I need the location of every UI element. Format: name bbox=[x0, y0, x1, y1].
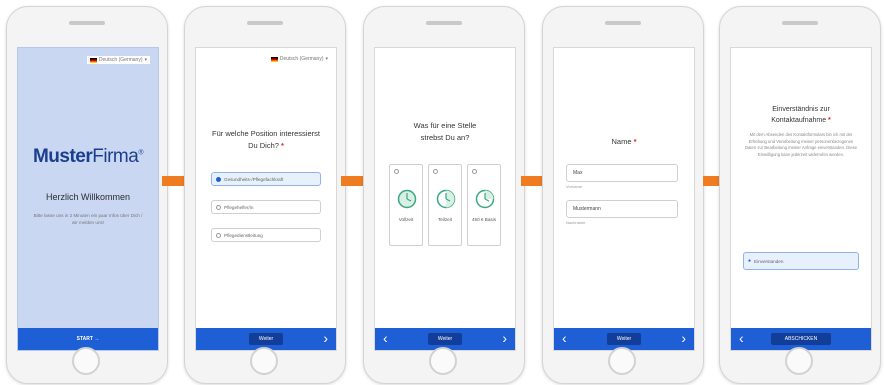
speaker bbox=[247, 21, 283, 25]
option-minijob[interactable]: 450 € Basis bbox=[467, 164, 501, 246]
radio-icon bbox=[216, 176, 221, 182]
germany-flag-icon bbox=[89, 57, 97, 63]
required-marker: * bbox=[633, 137, 637, 146]
option-label: 450 € Basis bbox=[471, 217, 496, 222]
consent-text: Mit dem Absenden des Kontaktformulars bi… bbox=[745, 132, 857, 157]
chevron-left-icon[interactable]: ‹ bbox=[739, 330, 744, 346]
radio-icon bbox=[394, 169, 399, 174]
position-question-text: Für welche Position interessierst Du Dic… bbox=[212, 129, 320, 150]
germany-flag-icon bbox=[270, 56, 278, 62]
option-label: Vollzeit bbox=[398, 217, 414, 222]
consent-title: Einverständnis zur Kontaktaufnahme * bbox=[731, 104, 871, 126]
welcome-screen: Deutsch (Germany) ▾ MusterFirma® Herzlic… bbox=[17, 47, 159, 351]
required-marker: * bbox=[281, 141, 284, 150]
language-selector[interactable]: Deutsch (Germany) ▾ bbox=[86, 56, 150, 64]
home-button bbox=[785, 347, 813, 375]
phone-position: Deutsch (Germany) ▾ Für welche Position … bbox=[184, 6, 346, 384]
first-name-hint: Vorname bbox=[566, 184, 583, 189]
consent-title-text: Einverständnis zur Kontaktaufnahme bbox=[771, 106, 830, 124]
next-step-button[interactable]: Weiter bbox=[248, 333, 284, 345]
start-button[interactable]: START → bbox=[67, 333, 110, 345]
check-icon: ● bbox=[748, 258, 752, 264]
radio-icon bbox=[216, 232, 221, 238]
phone-name: Name * Max Vorname Mustermann Nachname ‹… bbox=[542, 6, 704, 384]
chevron-right-icon[interactable]: › bbox=[502, 330, 507, 346]
last-name-hint: Nachname bbox=[566, 220, 586, 225]
option-vollzeit[interactable]: Vollzeit bbox=[389, 164, 423, 246]
option-label: Teilzeit bbox=[437, 217, 453, 222]
brand-logo-mark: ® bbox=[138, 149, 144, 157]
home-button bbox=[608, 347, 636, 375]
position-question: Für welche Position interessierst Du Dic… bbox=[196, 128, 336, 152]
chevron-right-icon[interactable]: › bbox=[681, 330, 686, 346]
chevron-down-icon: ▾ bbox=[144, 57, 147, 63]
speaker bbox=[782, 21, 818, 25]
welcome-subtitle: Bitte lasse uns in 2 Minuten ein paar In… bbox=[33, 213, 143, 225]
submit-button[interactable]: ABSCHICKEN bbox=[770, 333, 832, 345]
language-selector[interactable]: Deutsch (Germany) ▾ bbox=[270, 56, 328, 62]
clock-half-icon bbox=[436, 189, 456, 209]
option-teilzeit[interactable]: Teilzeit bbox=[428, 164, 462, 246]
chevron-left-icon[interactable]: ‹ bbox=[383, 330, 388, 346]
phone-consent: Einverständnis zur Kontaktaufnahme * Mit… bbox=[719, 6, 881, 384]
option-label: Pflegedienstleitung bbox=[224, 232, 263, 238]
radio-icon bbox=[216, 204, 221, 210]
option-leitung[interactable]: Pflegedienstleitung bbox=[211, 228, 321, 242]
home-button bbox=[429, 347, 457, 375]
brand-logo-light: Firma bbox=[92, 146, 139, 167]
consent-checkbox-label: Einverstanden bbox=[754, 258, 784, 264]
chevron-down-icon: ▾ bbox=[325, 56, 328, 62]
next-step-button[interactable]: Weiter bbox=[427, 333, 463, 345]
name-screen: Name * Max Vorname Mustermann Nachname ‹… bbox=[553, 47, 695, 351]
home-button bbox=[72, 347, 100, 375]
option-fachkraft[interactable]: Gesundheits-/Pflegefachkraft bbox=[211, 172, 321, 186]
first-name-field[interactable]: Max bbox=[566, 164, 678, 182]
last-name-field[interactable]: Mustermann bbox=[566, 200, 678, 218]
consent-screen: Einverständnis zur Kontaktaufnahme * Mit… bbox=[730, 47, 872, 351]
home-button bbox=[250, 347, 278, 375]
consent-checkbox[interactable]: ● Einverstanden bbox=[743, 252, 859, 270]
name-question-text: Name bbox=[611, 137, 632, 146]
job-type-question: Was für eine Stelle strebst Du an? bbox=[413, 121, 477, 142]
clock-quarter-icon bbox=[475, 189, 495, 209]
language-label: Deutsch (Germany) bbox=[279, 56, 324, 62]
speaker bbox=[69, 21, 105, 25]
speaker bbox=[426, 21, 462, 25]
next-step-button[interactable]: Weiter bbox=[606, 333, 642, 345]
brand-logo: MusterFirma® bbox=[18, 146, 158, 168]
option-helfer[interactable]: Pflegehelfer/in bbox=[211, 200, 321, 214]
required-marker: * bbox=[828, 117, 831, 124]
language-label: Deutsch (Germany) bbox=[98, 57, 143, 63]
option-label: Pflegehelfer/in bbox=[224, 204, 254, 210]
chevron-left-icon[interactable]: ‹ bbox=[562, 330, 567, 346]
radio-icon bbox=[433, 169, 438, 174]
speaker bbox=[605, 21, 641, 25]
chevron-right-icon[interactable]: › bbox=[323, 330, 328, 346]
job-type-screen: Was für eine Stelle strebst Du an? Vollz… bbox=[374, 47, 516, 351]
position-screen: Deutsch (Germany) ▾ Für welche Position … bbox=[195, 47, 337, 351]
radio-icon bbox=[472, 169, 477, 174]
welcome-heading: Herzlich Willkommen bbox=[45, 192, 130, 202]
clock-full-icon bbox=[397, 189, 417, 209]
phone-welcome: Deutsch (Germany) ▾ MusterFirma® Herzlic… bbox=[6, 6, 168, 384]
phone-job-type: Was für eine Stelle strebst Du an? Vollz… bbox=[363, 6, 525, 384]
name-question: Name * bbox=[554, 136, 694, 148]
option-label: Gesundheits-/Pflegefachkraft bbox=[224, 176, 284, 182]
brand-logo-bold: Muster bbox=[32, 146, 93, 167]
